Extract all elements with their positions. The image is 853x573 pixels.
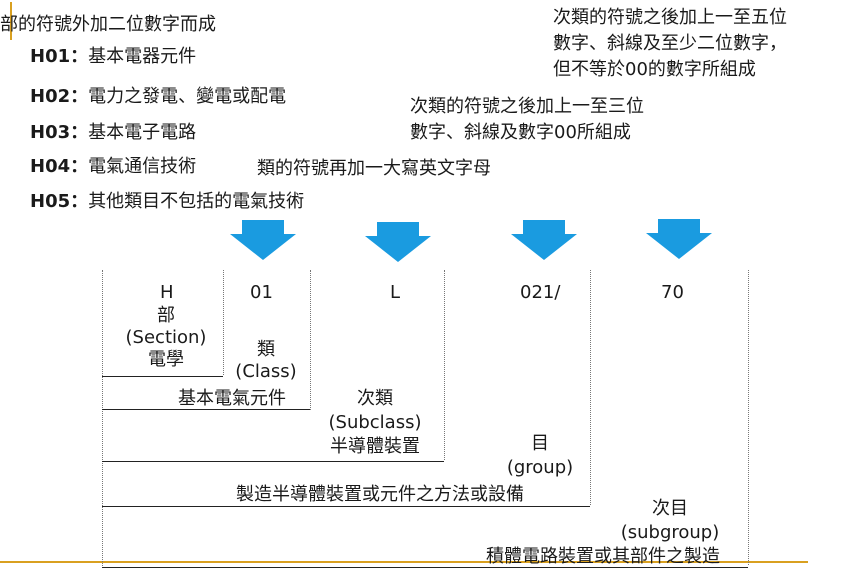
arrow-down-icon bbox=[511, 220, 577, 260]
level-subgroup-label: 次目 (subgroup) bbox=[620, 498, 720, 543]
level-class-example: 基本電氣元件 bbox=[178, 388, 286, 409]
bracket-line-group bbox=[102, 506, 590, 507]
level-group-example: 製造半導體裝置或元件之方法或設備 bbox=[236, 484, 524, 505]
section-item: H04：電氣通信技術 bbox=[30, 156, 197, 177]
bracket-line-section bbox=[102, 376, 223, 377]
bracket-line-subclass bbox=[102, 461, 444, 462]
level-class-label: 類 (Class) bbox=[235, 339, 297, 382]
guide-line bbox=[590, 270, 591, 505]
level-group-label: 目 (group) bbox=[506, 433, 574, 478]
guide-line bbox=[748, 270, 749, 565]
section-desc: 其他類目不包括的電氣技術 bbox=[88, 191, 305, 212]
code-part-subclass: L bbox=[390, 282, 401, 303]
section-code: H02 bbox=[30, 86, 71, 107]
section-desc: 電氣通信技術 bbox=[88, 156, 197, 177]
level-section-label: 部 (Section) 電學 bbox=[125, 305, 207, 370]
guide-line bbox=[102, 270, 103, 568]
section-code: H04 bbox=[30, 156, 71, 177]
code-part-section: H bbox=[160, 282, 174, 303]
group-note: 次類的符號之後加上一至三位 數字、斜線及數字00所組成 bbox=[410, 96, 644, 143]
guide-line bbox=[444, 270, 445, 460]
subgroup-note: 次類的符號之後加上一至五位 數字、斜線及至少二位數字， 但不等於00的數字所組成 bbox=[553, 7, 787, 80]
arrow-down-icon bbox=[646, 219, 712, 259]
section-note: 部的符號外加二位數字而成 bbox=[0, 14, 216, 35]
section-code: H01 bbox=[30, 46, 71, 67]
level-subclass-label: 次類 (Subclass) 半導體裝置 bbox=[328, 388, 422, 457]
arrow-down-icon bbox=[365, 222, 431, 262]
code-part-class: 01 bbox=[250, 282, 273, 303]
section-code: H05 bbox=[30, 191, 71, 212]
subclass-note: 類的符號再加一大寫英文字母 bbox=[257, 158, 491, 179]
section-desc: 基本電器元件 bbox=[88, 46, 197, 67]
code-part-subgroup: 70 bbox=[661, 282, 684, 303]
guide-line bbox=[223, 270, 224, 375]
section-item: H02：電力之發電、變電或配電 bbox=[30, 86, 287, 107]
section-item: H05：其他類目不包括的電氣技術 bbox=[30, 191, 305, 212]
level-subgroup-example: 積體電路裝置或其部件之製造 bbox=[486, 546, 720, 567]
code-part-group: 021/ bbox=[520, 282, 561, 303]
section-desc: 電力之發電、變電或配電 bbox=[88, 86, 287, 107]
section-code: H03 bbox=[30, 122, 71, 143]
section-desc: 基本電子電路 bbox=[88, 122, 197, 143]
section-item: H03：基本電子電路 bbox=[30, 122, 197, 143]
section-item: H01：基本電器元件 bbox=[30, 46, 197, 67]
arrow-down-icon bbox=[230, 220, 296, 260]
